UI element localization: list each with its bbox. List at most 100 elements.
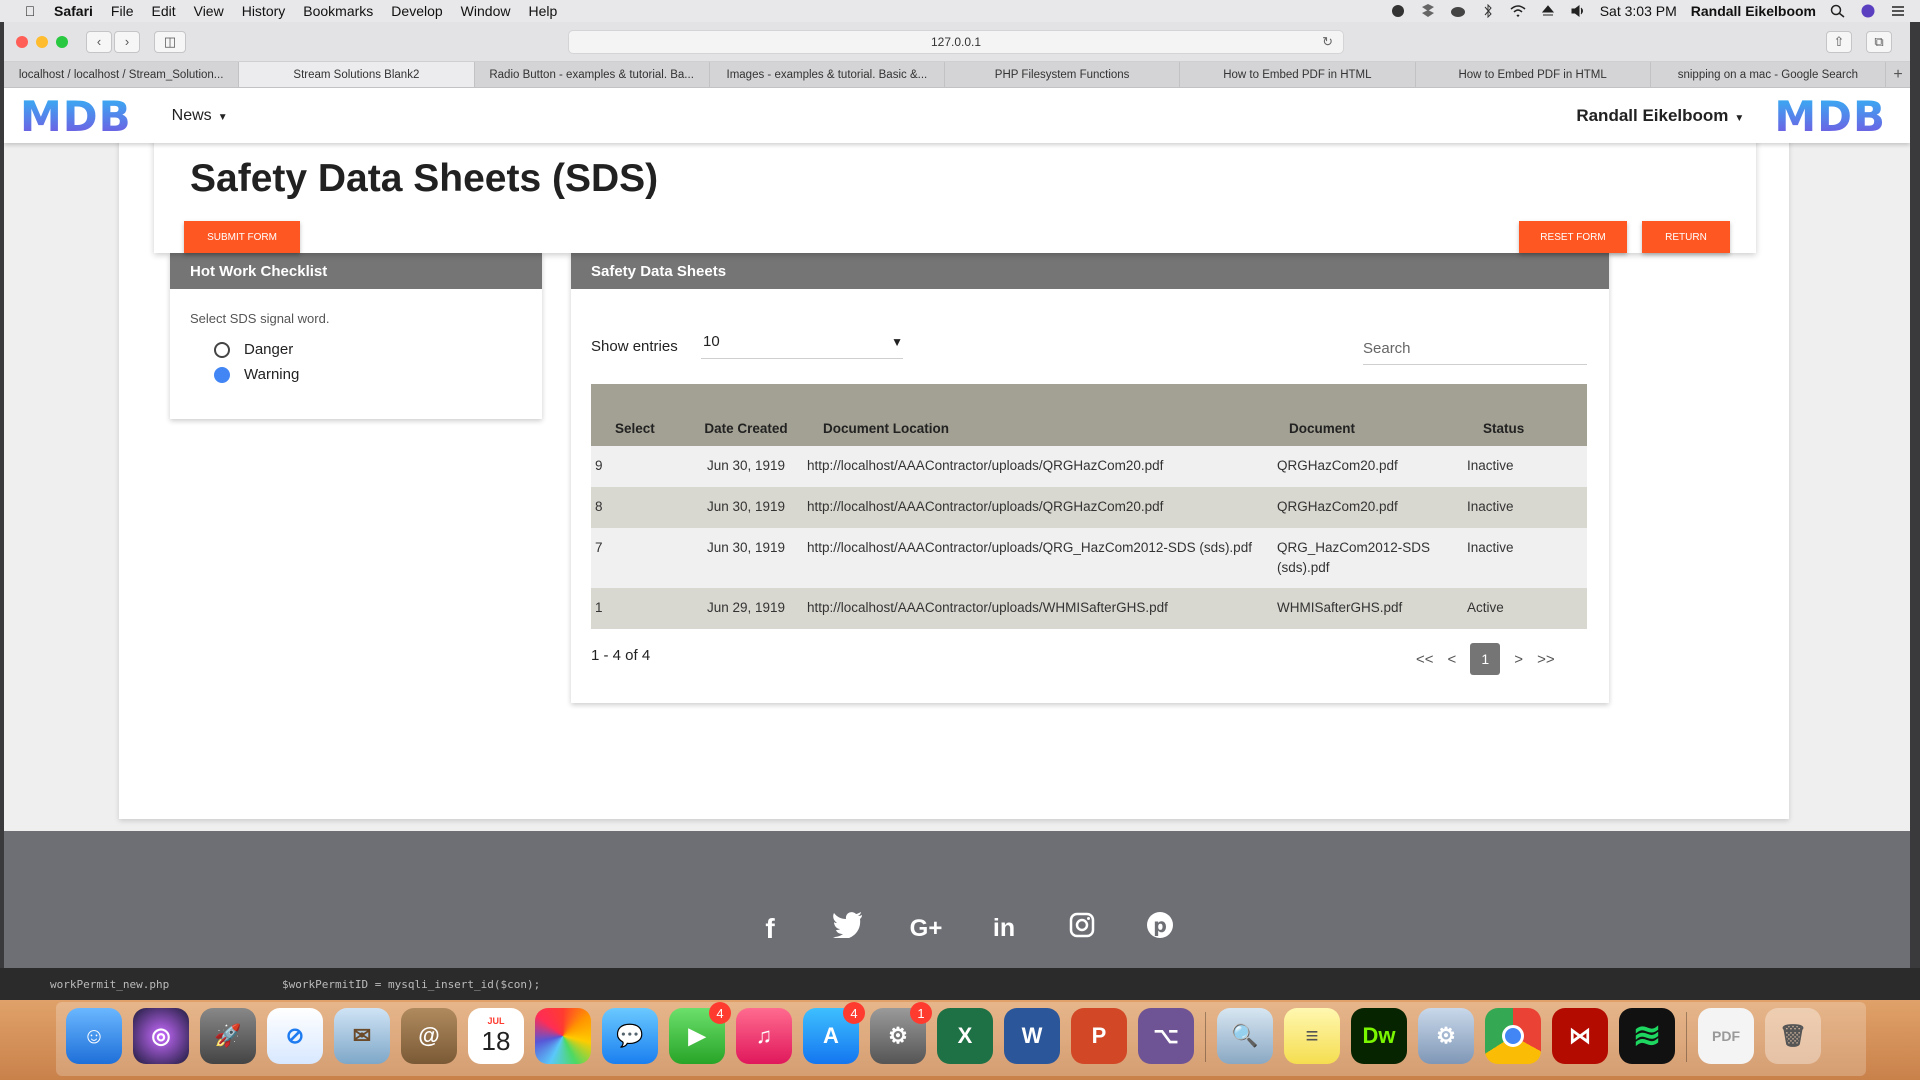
last-page-icon[interactable]: >>: [1537, 651, 1555, 668]
share-icon[interactable]: ⇧: [1826, 30, 1852, 53]
itunes-icon[interactable]: ♫: [736, 1008, 792, 1064]
tab-images[interactable]: Images - examples & tutorial. Basic &...: [710, 62, 945, 87]
close-window-button[interactable]: [16, 35, 28, 48]
menu-develop[interactable]: Develop: [391, 3, 442, 19]
address-bar[interactable]: 127.0.0.1 ↻: [568, 30, 1344, 54]
minimize-window-button[interactable]: [36, 35, 48, 48]
facetime-icon[interactable]: ▶ 4: [669, 1002, 731, 1064]
tab-stream-solutions[interactable]: Stream Solutions Blank2: [239, 62, 475, 87]
spotify-icon[interactable]: ≋: [1619, 1008, 1675, 1064]
col-document-location[interactable]: Document Location: [803, 384, 1273, 446]
safari-icon[interactable]: ⊘: [267, 1008, 323, 1064]
instagram-icon[interactable]: [1062, 912, 1102, 945]
forward-button[interactable]: ›: [114, 30, 140, 53]
dropbox-icon[interactable]: [1420, 4, 1436, 18]
pinterest-icon[interactable]: p: [1140, 911, 1180, 946]
page-1-button[interactable]: 1: [1470, 643, 1501, 675]
menu-clock[interactable]: Sat 3:03 PM: [1600, 3, 1677, 19]
news-dropdown[interactable]: News ▼: [172, 107, 228, 125]
sidebar-toggle-icon[interactable]: ◫: [154, 30, 186, 53]
tab-google-search[interactable]: snipping on a mac - Google Search: [1651, 62, 1886, 87]
radio-checked-icon[interactable]: [214, 366, 230, 383]
google-plus-icon[interactable]: G+: [906, 915, 946, 943]
tab-radio-button[interactable]: Radio Button - examples & tutorial. Ba..…: [475, 62, 710, 87]
mdb-logo[interactable]: MDB: [20, 92, 132, 141]
acrobat-icon[interactable]: ⋈: [1552, 1008, 1608, 1064]
first-page-icon[interactable]: <<: [1416, 651, 1434, 668]
next-page-icon[interactable]: >: [1514, 651, 1523, 668]
volume-icon[interactable]: [1570, 4, 1586, 18]
notes-icon[interactable]: ≡: [1284, 1008, 1340, 1064]
col-date-created[interactable]: Date Created: [689, 384, 803, 446]
radio-warning[interactable]: Warning: [214, 366, 299, 383]
pdf-document-icon[interactable]: PDF: [1698, 1008, 1754, 1064]
col-status[interactable]: Status: [1463, 384, 1587, 446]
reset-form-button[interactable]: RESET FORM: [1519, 221, 1627, 253]
preview-icon[interactable]: 🔍: [1217, 1008, 1273, 1064]
search-input[interactable]: Search: [1363, 333, 1587, 365]
system-preferences-icon[interactable]: ⚙ 1: [870, 1002, 932, 1064]
menu-history[interactable]: History: [242, 3, 286, 19]
creative-cloud-icon[interactable]: [1390, 4, 1406, 18]
wifi-icon[interactable]: [1510, 4, 1526, 18]
settings-gear-icon[interactable]: ⚙: [1418, 1008, 1474, 1064]
siri-app-icon[interactable]: ◎: [133, 1008, 189, 1064]
word-icon[interactable]: W: [1004, 1008, 1060, 1064]
linkedin-icon[interactable]: in: [984, 914, 1024, 943]
calendar-icon[interactable]: JUL 18: [468, 1008, 524, 1064]
bluetooth-icon[interactable]: [1480, 3, 1496, 19]
table-row[interactable]: 8 Jun 30, 1919 http://localhost/AAAContr…: [591, 487, 1587, 528]
menu-window[interactable]: Window: [461, 3, 511, 19]
col-select[interactable]: Select: [591, 384, 689, 446]
zoom-window-button[interactable]: [56, 35, 68, 48]
facebook-icon[interactable]: f: [750, 913, 790, 945]
return-button[interactable]: RETURN: [1642, 221, 1730, 253]
apple-menu-icon[interactable]: : [20, 3, 40, 19]
excel-icon[interactable]: X: [937, 1008, 993, 1064]
table-row[interactable]: 9 Jun 30, 1919 http://localhost/AAAContr…: [591, 446, 1587, 487]
menu-user-name[interactable]: Randall Eikelboom: [1691, 3, 1816, 19]
app-store-icon[interactable]: A4: [803, 1002, 865, 1064]
photos-icon[interactable]: [535, 1008, 591, 1064]
powerpoint-icon[interactable]: P: [1071, 1008, 1127, 1064]
table-row[interactable]: 7 Jun 30, 1919 http://localhost/AAAContr…: [591, 528, 1587, 588]
dreamweaver-icon[interactable]: Dw: [1351, 1008, 1407, 1064]
menu-bookmarks[interactable]: Bookmarks: [303, 3, 373, 19]
tab-embed-pdf-2[interactable]: How to Embed PDF in HTML: [1416, 62, 1651, 87]
eject-icon[interactable]: [1540, 4, 1556, 18]
mail-icon[interactable]: ✉: [334, 1008, 390, 1064]
trash-icon[interactable]: 🗑: [1765, 1008, 1821, 1064]
user-dropdown[interactable]: Randall Eikelboom ▼: [1576, 106, 1744, 126]
finder-icon[interactable]: ☺: [66, 1008, 122, 1064]
menu-file[interactable]: File: [111, 3, 134, 19]
entries-select[interactable]: 10 ▼: [701, 325, 903, 359]
launchpad-icon[interactable]: 🚀: [200, 1008, 256, 1064]
back-button[interactable]: ‹: [86, 30, 112, 53]
cloud-icon[interactable]: [1450, 4, 1466, 18]
siri-icon[interactable]: [1860, 4, 1876, 18]
spotlight-search-icon[interactable]: [1830, 4, 1846, 18]
radio-danger[interactable]: Danger: [214, 341, 293, 358]
tab-embed-pdf-1[interactable]: How to Embed PDF in HTML: [1180, 62, 1416, 87]
mdb-logo-right[interactable]: MDB: [1774, 92, 1886, 141]
tab-overview-icon[interactable]: ⧉: [1866, 30, 1892, 53]
menu-view[interactable]: View: [194, 3, 224, 19]
tab-php-filesystem[interactable]: PHP Filesystem Functions: [945, 62, 1181, 87]
prev-page-icon[interactable]: <: [1448, 651, 1457, 668]
menu-app-name[interactable]: Safari: [54, 3, 93, 19]
radio-unchecked-icon[interactable]: [214, 341, 230, 358]
reload-icon[interactable]: ↻: [1322, 34, 1333, 50]
twitter-icon[interactable]: [828, 912, 868, 945]
table-row[interactable]: 1 Jun 29, 1919 http://localhost/AAAContr…: [591, 588, 1587, 629]
col-document[interactable]: Document: [1273, 384, 1463, 446]
contacts-icon[interactable]: @: [401, 1008, 457, 1064]
submit-form-button[interactable]: SUBMIT FORM: [184, 221, 300, 253]
messages-icon[interactable]: 💬: [602, 1008, 658, 1064]
chrome-icon[interactable]: [1485, 1008, 1541, 1064]
tab-phpmyadmin[interactable]: localhost / localhost / Stream_Solution.…: [4, 62, 240, 87]
github-desktop-icon[interactable]: ⌥: [1138, 1008, 1194, 1064]
new-tab-button[interactable]: +: [1886, 62, 1910, 87]
menu-help[interactable]: Help: [528, 3, 557, 19]
notification-center-icon[interactable]: [1890, 4, 1906, 18]
menu-edit[interactable]: Edit: [151, 3, 175, 19]
